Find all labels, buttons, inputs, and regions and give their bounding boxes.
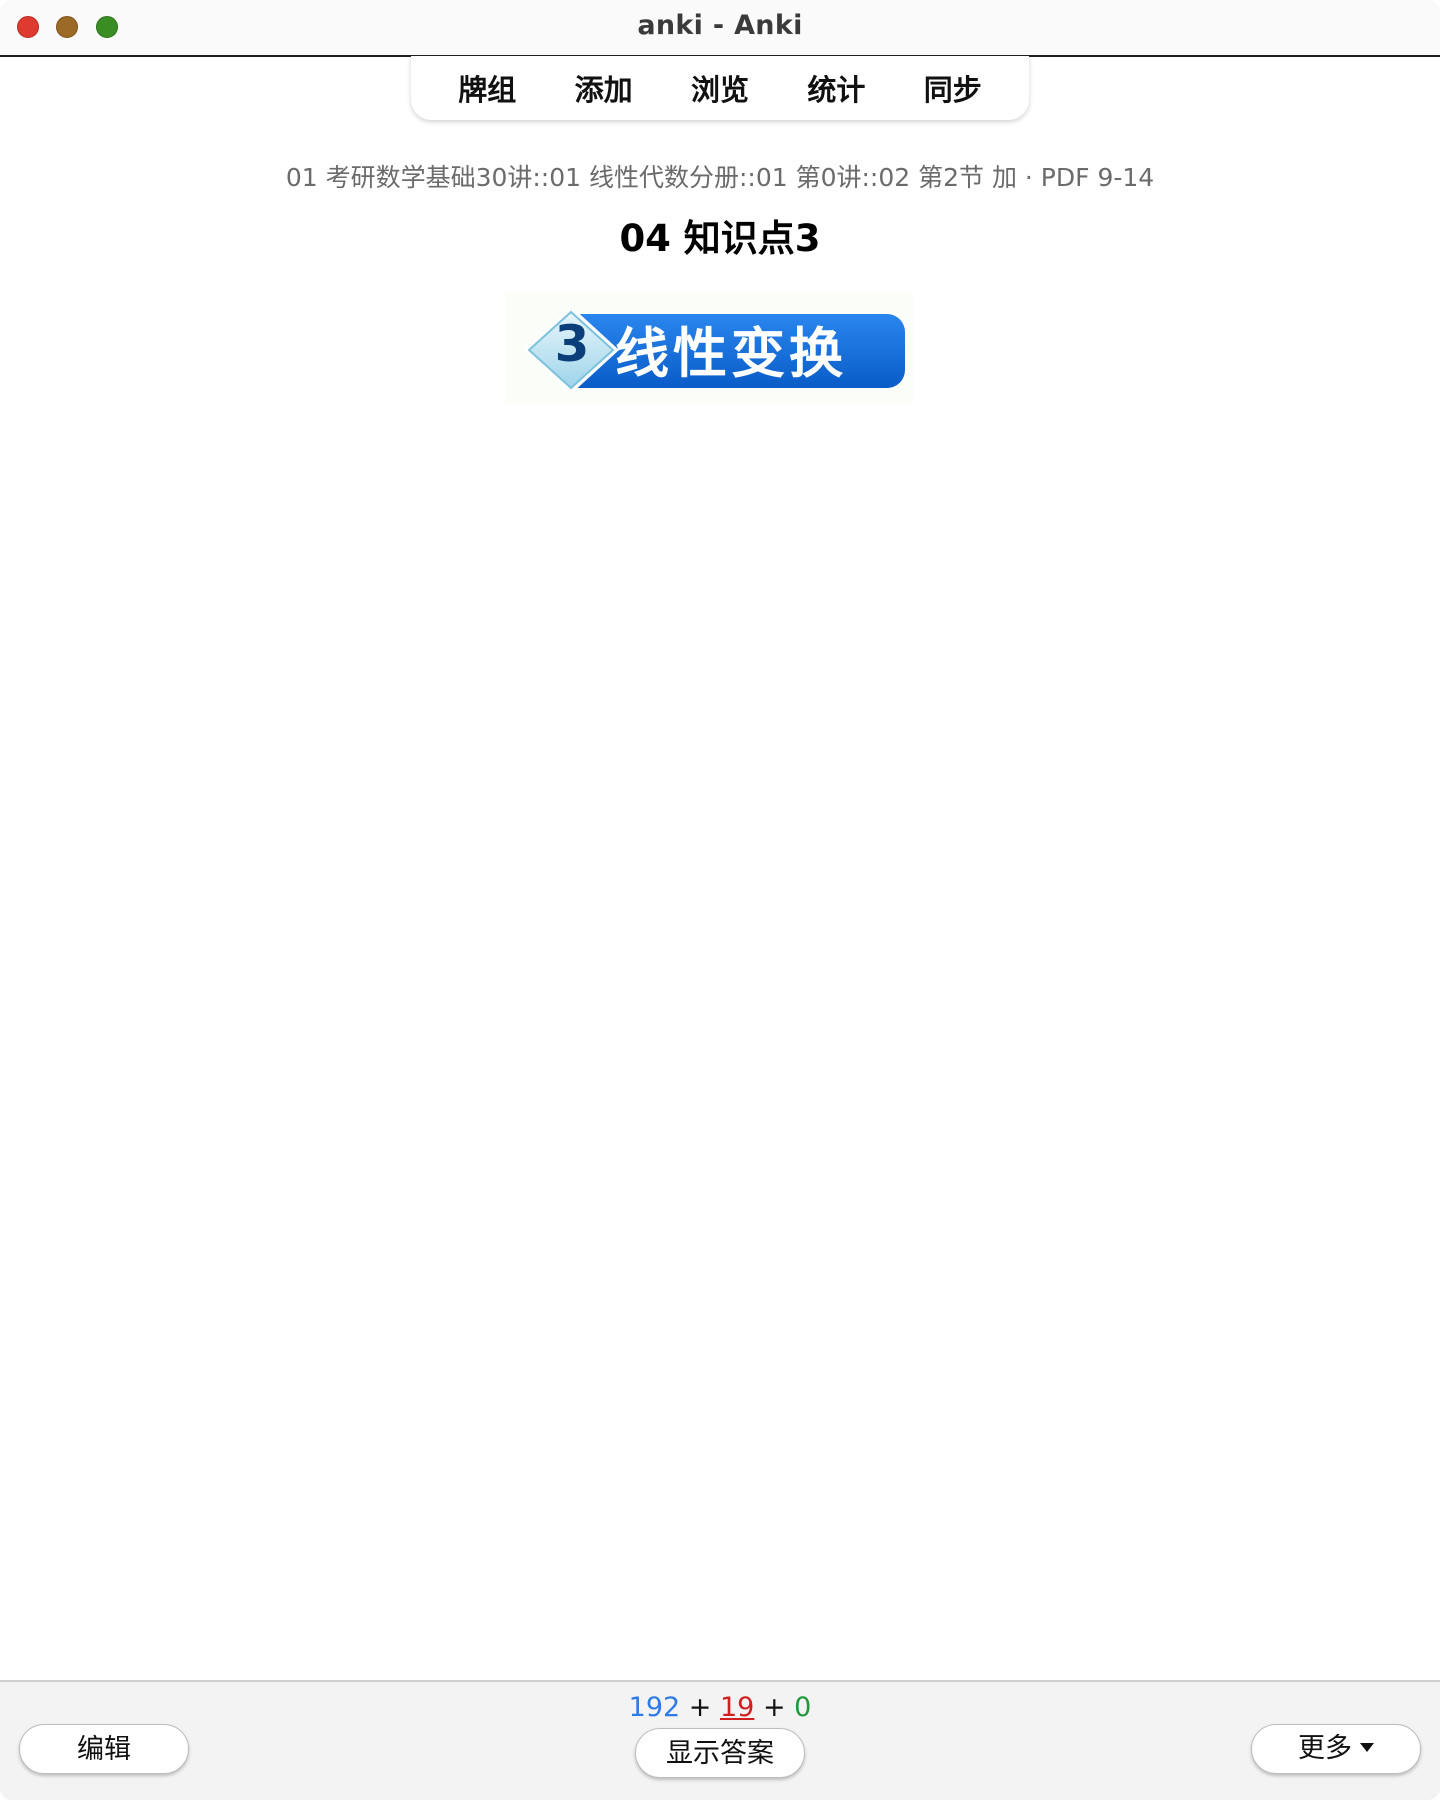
deck-path: 01 考研数学基础30讲::01 线性代数分册::01 第0讲::02 第2节 … [285,163,1155,192]
bottom-bar: 192 + 19 + 0 编辑 显示答案 更多 [0,1680,1440,1800]
edit-button[interactable]: 编辑 [19,1724,189,1774]
card-image-number: 3 [554,315,590,373]
show-answer-button[interactable]: 显示答案 [635,1728,805,1778]
more-button-label: 更多 [1298,1733,1352,1764]
chevron-down-icon [1360,1743,1374,1752]
toolbar-stats[interactable]: 统计 [801,63,871,113]
toolbar-decks[interactable]: 牌组 [452,63,522,113]
toolbar-sync[interactable]: 同步 [918,63,988,113]
card-image-label: 线性变换 [615,322,847,385]
card-image: 3 线性变换 [505,292,913,404]
due-counts: 192 + 19 + 0 [0,1692,1440,1723]
count-separator: + [688,1692,712,1723]
toolbar-browse[interactable]: 浏览 [685,63,755,113]
toolbar-add[interactable]: 添加 [569,63,639,113]
count-new: 192 [628,1692,681,1723]
more-button[interactable]: 更多 [1251,1724,1421,1774]
main-toolbar: 牌组 添加 浏览 统计 同步 [411,56,1029,120]
count-learning: 19 [720,1692,755,1723]
card-title: 04 知识点3 [619,217,821,260]
count-review: 0 [794,1692,812,1723]
anki-window: anki - Anki 牌组 添加 浏览 统计 同步 01 考研数学基础30讲:… [0,0,1440,1800]
window-title: anki - Anki [637,10,803,41]
title-bar: anki - Anki [0,0,1440,57]
count-separator: + [762,1692,786,1723]
